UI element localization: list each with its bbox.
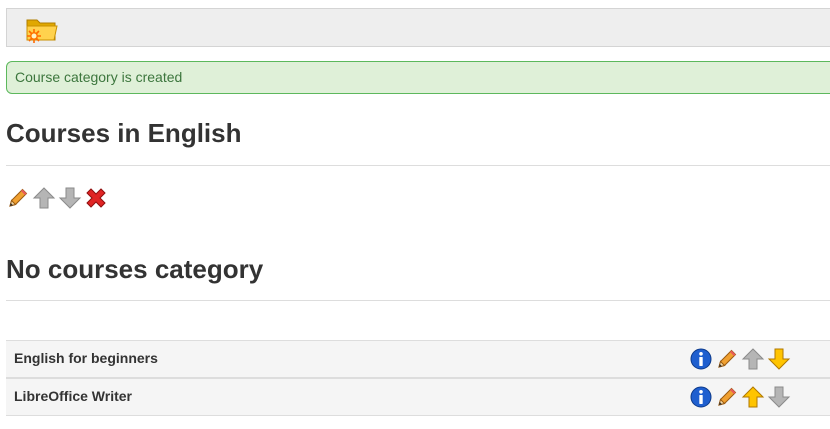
delete-category-button[interactable] [84,186,108,210]
alert-message: Course category is created [15,69,183,85]
category-title: Courses in English [6,118,242,148]
success-alert: Course category is created [6,61,830,94]
move-up-category-button[interactable] [32,186,56,210]
page: Course category is created Courses in En… [0,0,830,429]
course-info-button[interactable] [689,385,713,409]
course-info-button[interactable] [689,347,713,371]
delete-icon [86,188,106,208]
course-move-up-button[interactable] [741,347,765,371]
course-name: LibreOffice Writer [14,388,132,404]
course-actions [689,347,791,371]
pencil-icon [9,188,28,207]
category-actions [6,186,108,210]
course-move-down-button[interactable] [767,347,791,371]
arrow-down-disabled-icon [58,187,82,209]
info-icon [690,386,712,408]
pencil-icon [718,387,737,406]
course-row: LibreOffice Writer [6,378,830,416]
course-move-up-button[interactable] [741,385,765,409]
no-category-divider [6,300,830,301]
course-row: English for beginners [6,340,830,378]
arrow-down-disabled-icon [767,386,791,408]
arrow-down-icon [767,348,791,370]
move-down-category-button[interactable] [58,186,82,210]
course-edit-button[interactable] [715,347,739,371]
arrow-up-disabled-icon [741,348,765,370]
no-category-title: No courses category [6,254,264,284]
course-move-down-button[interactable] [767,385,791,409]
edit-category-button[interactable] [6,186,30,210]
course-actions [689,385,791,409]
pencil-icon [718,349,737,368]
arrow-up-disabled-icon [32,187,56,209]
course-edit-button[interactable] [715,385,739,409]
folder-add-icon [26,19,58,43]
info-icon [690,348,712,370]
toolbar [6,8,830,47]
arrow-up-icon [741,386,765,408]
course-name: English for beginners [14,350,158,366]
add-category-button[interactable] [24,14,60,44]
category-divider [6,165,830,166]
